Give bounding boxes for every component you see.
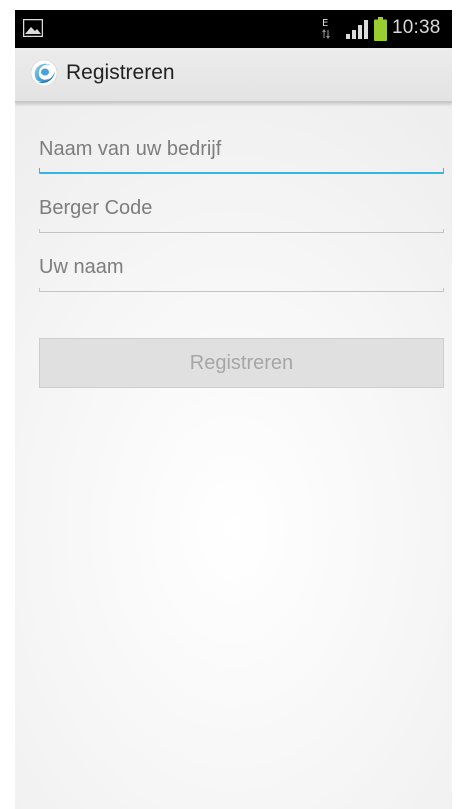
berger-code-underline: [39, 226, 444, 233]
page-title: Registreren: [66, 61, 175, 84]
company-name-field[interactable]: [39, 132, 444, 174]
company-name-underline: [39, 167, 444, 174]
berger-code-input[interactable]: [39, 191, 444, 225]
app-logo-icon[interactable]: [29, 58, 59, 88]
gallery-notification-icon: [23, 19, 43, 37]
company-name-input[interactable]: [39, 132, 444, 166]
signal-strength-icon: [346, 20, 368, 39]
user-name-input[interactable]: [39, 250, 444, 284]
user-name-field[interactable]: [39, 250, 444, 292]
phone-screen: E 10:38 Registreren Naam van uw bedrijf …: [15, 10, 452, 809]
battery-icon: [374, 17, 387, 41]
action-bar: Registreren: [15, 48, 452, 103]
user-name-underline: [39, 285, 444, 292]
berger-code-field[interactable]: [39, 191, 444, 233]
register-button[interactable]: Registreren: [39, 338, 444, 388]
status-bar: E 10:38: [15, 10, 452, 48]
network-letter: E: [322, 18, 328, 29]
status-clock: 10:38: [392, 17, 441, 38]
edge-data-icon: E: [322, 18, 330, 39]
